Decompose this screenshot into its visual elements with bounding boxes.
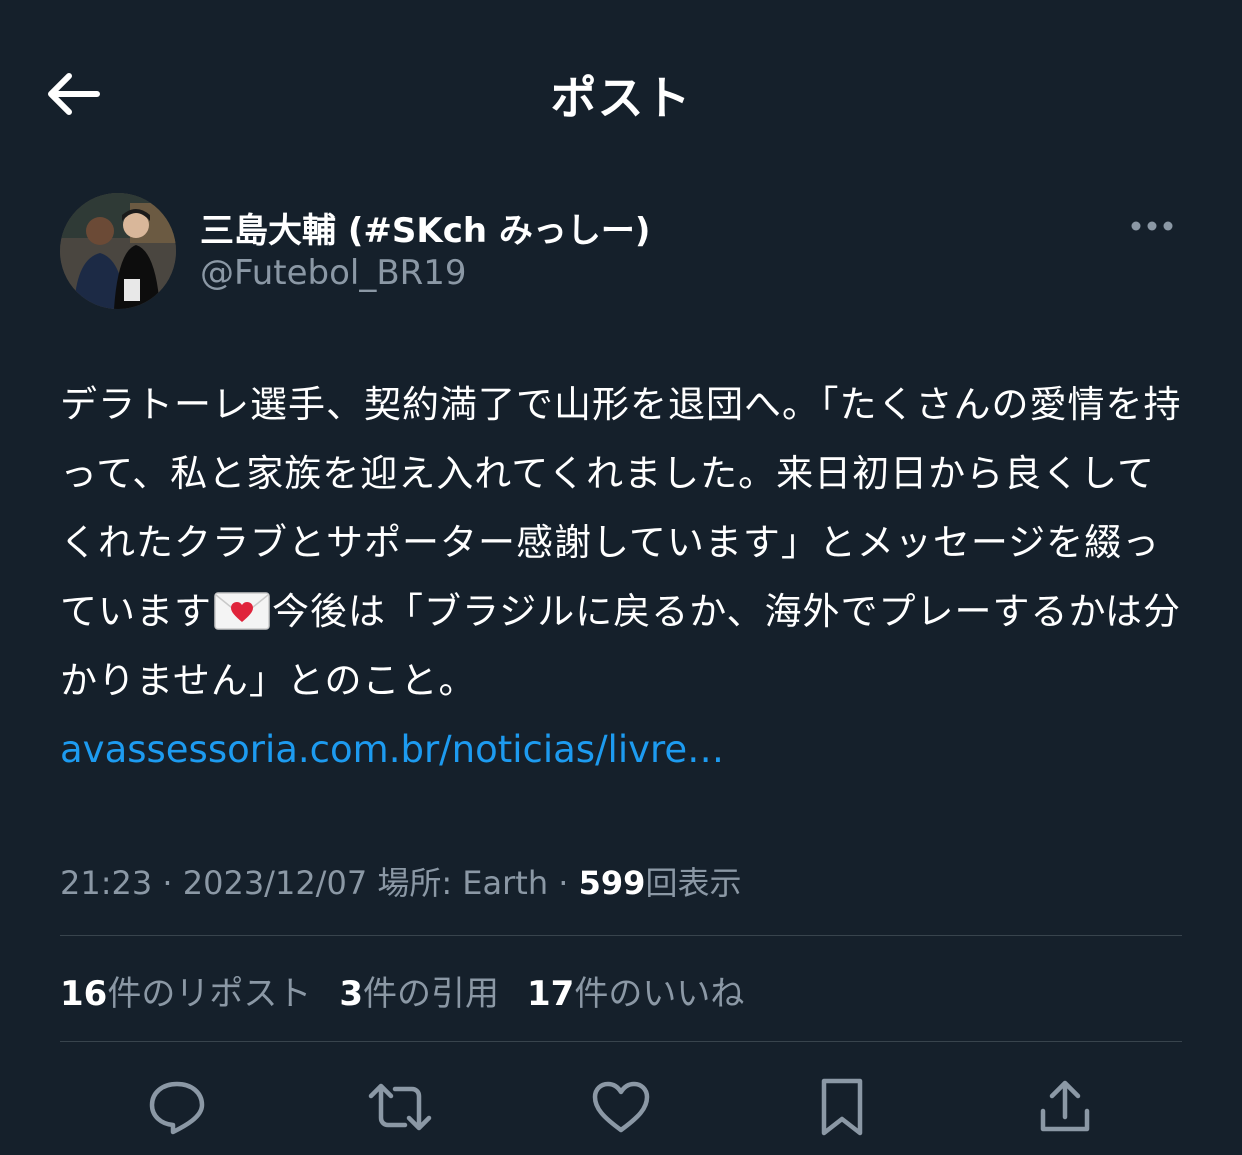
reply-button[interactable] bbox=[142, 1072, 212, 1142]
divider bbox=[60, 1041, 1182, 1042]
reply-icon bbox=[149, 1081, 205, 1135]
author-handle[interactable]: @Futebol_BR19 bbox=[200, 253, 467, 293]
meta-separator: · bbox=[162, 864, 173, 902]
bookmark-button[interactable] bbox=[807, 1072, 877, 1142]
quotes-count: 3 bbox=[339, 974, 363, 1014]
engagement-stats: 16件のリポスト 3件の引用 17件のいいね bbox=[60, 966, 744, 1015]
avatar-photo-icon bbox=[60, 193, 176, 309]
love-letter-emoji-icon bbox=[214, 592, 270, 630]
more-horizontal-icon bbox=[1131, 221, 1173, 231]
tweet-date: 2023/12/07 bbox=[182, 864, 368, 902]
divider bbox=[60, 935, 1182, 936]
bookmark-icon bbox=[821, 1078, 863, 1136]
heart-icon bbox=[592, 1081, 650, 1133]
share-icon bbox=[1040, 1080, 1090, 1132]
likes-label: 件のいいね bbox=[574, 974, 745, 1014]
share-button[interactable] bbox=[1030, 1072, 1100, 1142]
repost-icon bbox=[368, 1083, 432, 1131]
more-options-button[interactable] bbox=[1122, 211, 1182, 241]
like-button[interactable] bbox=[586, 1072, 656, 1142]
author-row: 三島大輔 (#SKch みっしー) @Futebol_BR19 bbox=[60, 193, 1182, 309]
quotes-stat[interactable]: 3件の引用 bbox=[339, 966, 499, 1015]
likes-stat[interactable]: 17件のいいね bbox=[527, 966, 744, 1015]
tweet-text: デラトーレ選手、契約満了で山形を退団へ。「たくさんの愛情を持って、私と家族を迎え… bbox=[60, 370, 1190, 784]
reposts-count: 16 bbox=[60, 974, 108, 1014]
tweet-location: 場所: Earth bbox=[377, 864, 549, 902]
views-label: 回表示 bbox=[645, 864, 742, 902]
author-display-name[interactable]: 三島大輔 (#SKch みっしー) bbox=[200, 203, 650, 252]
reposts-label: 件のリポスト bbox=[107, 974, 312, 1014]
reposts-stat[interactable]: 16件のリポスト bbox=[60, 966, 311, 1015]
quotes-label: 件の引用 bbox=[363, 974, 499, 1014]
avatar[interactable] bbox=[60, 193, 176, 309]
tweet-time: 21:23 bbox=[60, 864, 153, 902]
tweet-meta: 21:23 · 2023/12/07 場所: Earth · 599回表示 bbox=[60, 858, 741, 904]
meta-separator: · bbox=[558, 864, 569, 902]
header-bar: ポスト bbox=[0, 0, 1242, 190]
repost-button[interactable] bbox=[365, 1072, 435, 1142]
action-bar bbox=[60, 1062, 1182, 1152]
tweet-link[interactable]: avassessoria.com.br/noticias/livre… bbox=[60, 715, 1190, 784]
page-title: ポスト bbox=[550, 71, 692, 125]
views-count: 599 bbox=[578, 864, 646, 902]
likes-count: 17 bbox=[527, 974, 575, 1014]
